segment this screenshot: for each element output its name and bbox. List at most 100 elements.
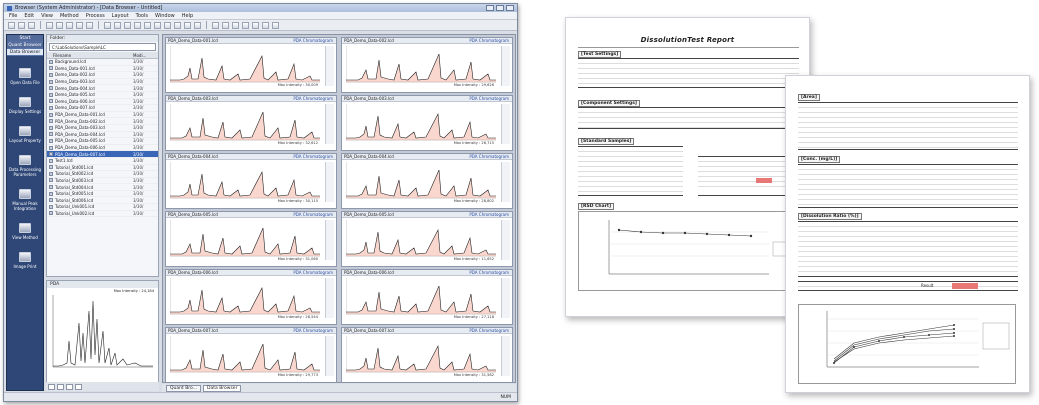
- close-button[interactable]: [506, 5, 514, 11]
- integration-icon[interactable]: [212, 21, 219, 29]
- cell-scrollbar[interactable]: [501, 278, 510, 318]
- file-row[interactable]: PDA_Demo_Data-001.lcd 3/30/: [47, 112, 158, 119]
- file-row[interactable]: Tutorial_Unk001.lcd 3/30/: [47, 204, 158, 211]
- maximize-button[interactable]: [496, 5, 504, 11]
- tab-icon-3[interactable]: [66, 383, 73, 390]
- table-icon[interactable]: [154, 21, 161, 29]
- file-row[interactable]: Demo_Data-005.lcd 3/30/: [47, 92, 158, 99]
- tab-data-browser[interactable]: Data Browser: [7, 49, 43, 56]
- file-row[interactable]: PDA_Demo_Data-007.lcd 3/30/: [47, 151, 158, 158]
- tab-icon-1[interactable]: [48, 383, 55, 390]
- cell-scrollbar[interactable]: [325, 278, 334, 318]
- minimize-button[interactable]: [486, 5, 494, 11]
- menu-layout[interactable]: Layout: [112, 13, 129, 19]
- copy-icon[interactable]: [66, 21, 73, 29]
- export-icon[interactable]: [262, 21, 269, 29]
- manual-integration-button[interactable]: Manual Peak Integration: [7, 189, 43, 211]
- cell-scrollbar[interactable]: [325, 162, 334, 202]
- settings-icon[interactable]: [272, 21, 279, 29]
- menu-process[interactable]: Process: [86, 13, 105, 19]
- cell-scrollbar[interactable]: [501, 104, 510, 144]
- chromatogram-cell[interactable]: PDA_Demo_Data-007.lcd PDA Chromatogram Max…: [165, 327, 337, 382]
- layout-icon[interactable]: [76, 21, 83, 29]
- contour-icon[interactable]: [184, 21, 191, 29]
- chromatogram-cell[interactable]: PDA_Demo_Data-002.lcd PDA Chromatogram Max…: [341, 37, 513, 93]
- menu-file[interactable]: File: [9, 13, 17, 19]
- menu-help[interactable]: Help: [182, 13, 193, 19]
- file-row[interactable]: Tutorial_Std002.lcd 3/30/: [47, 171, 158, 178]
- file-row[interactable]: Demo_Data-002.lcd 3/30/: [47, 72, 158, 79]
- column-filename[interactable]: Filename: [47, 53, 133, 58]
- chromatogram-cell[interactable]: PDA_Demo_Data-007.lcd PDA Chromatogram Max…: [341, 327, 513, 382]
- cell-scrollbar[interactable]: [325, 220, 334, 260]
- folder-path-combo[interactable]: C:\LabSolutions\Sample\LC: [49, 43, 156, 51]
- tab-quant-browser[interactable]: Quant Browser: [7, 42, 43, 49]
- view-method-button[interactable]: View Method: [7, 223, 43, 240]
- menu-tools[interactable]: Tools: [136, 13, 148, 19]
- tab-icon-4[interactable]: [75, 383, 82, 390]
- new-icon[interactable]: [8, 21, 15, 29]
- chart-icon[interactable]: [134, 21, 141, 29]
- file-row[interactable]: Tutorial_Unk002.lcd 3/30/: [47, 211, 158, 218]
- file-row[interactable]: Tutorial_Std001.lcd 3/30/: [47, 165, 158, 172]
- calibration-icon[interactable]: [242, 21, 249, 29]
- label-icon[interactable]: [232, 21, 239, 29]
- file-row[interactable]: Background.lcd 3/30/: [47, 59, 158, 66]
- file-row[interactable]: PDA_Demo_Data-005.lcd 3/30/: [47, 138, 158, 145]
- menu-method[interactable]: Method: [60, 13, 79, 19]
- menu-window[interactable]: Window: [155, 13, 175, 19]
- open-icon[interactable]: [18, 21, 25, 29]
- cell-scrollbar[interactable]: [501, 46, 510, 86]
- file-row[interactable]: Demo_Data-006.lcd 3/30/: [47, 99, 158, 106]
- chromatogram-cell[interactable]: PDA_Demo_Data-003.lcd PDA Chromatogram Max…: [341, 95, 513, 151]
- layout-property-button[interactable]: Layout Property: [7, 126, 43, 143]
- column-modified[interactable]: Modi...: [133, 53, 158, 58]
- grid-icon[interactable]: [124, 21, 131, 29]
- cell-scrollbar[interactable]: [501, 336, 510, 376]
- file-row[interactable]: Tutorial_Std005.lcd 3/30/: [47, 191, 158, 198]
- baseline-icon[interactable]: [222, 21, 229, 29]
- menu-edit[interactable]: Edit: [24, 13, 34, 19]
- chromatogram-cell[interactable]: PDA_Demo_Data-003.lcd PDA Chromatogram Max…: [165, 95, 337, 151]
- chromatogram-cell[interactable]: PDA_Demo_Data-006.lcd PDA Chromatogram Max…: [341, 269, 513, 325]
- chromatogram-cell[interactable]: PDA_Demo_Data-006.lcd PDA Chromatogram Max…: [165, 269, 337, 325]
- 3d-icon[interactable]: [194, 21, 201, 29]
- overlay-icon[interactable]: [164, 21, 171, 29]
- chromatogram-cell[interactable]: PDA_Demo_Data-004.lcd PDA Chromatogram Max…: [165, 153, 337, 209]
- file-row[interactable]: Demo_Data-003.lcd 3/30/: [47, 79, 158, 86]
- cell-scrollbar[interactable]: [325, 104, 334, 144]
- image-print-button[interactable]: Image Print: [7, 252, 43, 269]
- cell-scrollbar[interactable]: [501, 162, 510, 202]
- help-icon[interactable]: [86, 21, 93, 29]
- chromatogram-cell[interactable]: PDA_Demo_Data-001.lcd PDA Chromatogram Max…: [165, 37, 337, 93]
- file-row[interactable]: Tutorial_Std003.lcd 3/30/: [47, 178, 158, 185]
- chromatogram-cell[interactable]: PDA_Demo_Data-005.lcd PDA Chromatogram Max…: [341, 211, 513, 267]
- cell-scrollbar[interactable]: [501, 220, 510, 260]
- chromatogram-cell[interactable]: PDA_Demo_Data-005.lcd PDA Chromatogram Max…: [165, 211, 337, 267]
- file-row[interactable]: PDA_Demo_Data-002.lcd 3/30/: [47, 118, 158, 125]
- zoom-out-icon[interactable]: [114, 21, 121, 29]
- tab-start[interactable]: Start: [7, 35, 43, 42]
- file-row[interactable]: Demo_Data-004.lcd 3/30/: [47, 85, 158, 92]
- report-icon[interactable]: [252, 21, 259, 29]
- open-data-file-button[interactable]: Open Data File: [7, 68, 43, 85]
- menu-view[interactable]: View: [41, 13, 53, 19]
- tab-quant-browser-doc[interactable]: Quant Bro...: [166, 384, 202, 392]
- cell-scrollbar[interactable]: [325, 46, 334, 86]
- file-row[interactable]: PDA_Demo_Data-003.lcd 3/30/: [47, 125, 158, 132]
- print-icon[interactable]: [46, 21, 53, 29]
- file-row[interactable]: PDA_Demo_Data-004.lcd 3/30/: [47, 132, 158, 139]
- file-row[interactable]: PDA_Demo_Data-006.lcd 3/30/: [47, 145, 158, 152]
- save-icon[interactable]: [28, 21, 35, 29]
- processing-parameters-button[interactable]: Data Processing Parameters: [7, 155, 43, 177]
- preview-icon[interactable]: [56, 21, 63, 29]
- display-settings-button[interactable]: Display Settings: [7, 97, 43, 114]
- file-row[interactable]: Tutorial_Std006.lcd 3/30/: [47, 197, 158, 205]
- peak-icon[interactable]: [144, 21, 151, 29]
- chromatogram-cell[interactable]: PDA_Demo_Data-004.lcd PDA Chromatogram Max…: [341, 153, 513, 209]
- file-row[interactable]: Tutorial_Std004.lcd 3/30/: [47, 184, 158, 191]
- tab-icon-2[interactable]: [57, 383, 64, 390]
- file-row[interactable]: Demo_Data-007.lcd 3/30/: [47, 105, 158, 112]
- file-row[interactable]: Demo_Data-001.lcd 3/30/: [47, 66, 158, 73]
- zoom-in-icon[interactable]: [104, 21, 111, 29]
